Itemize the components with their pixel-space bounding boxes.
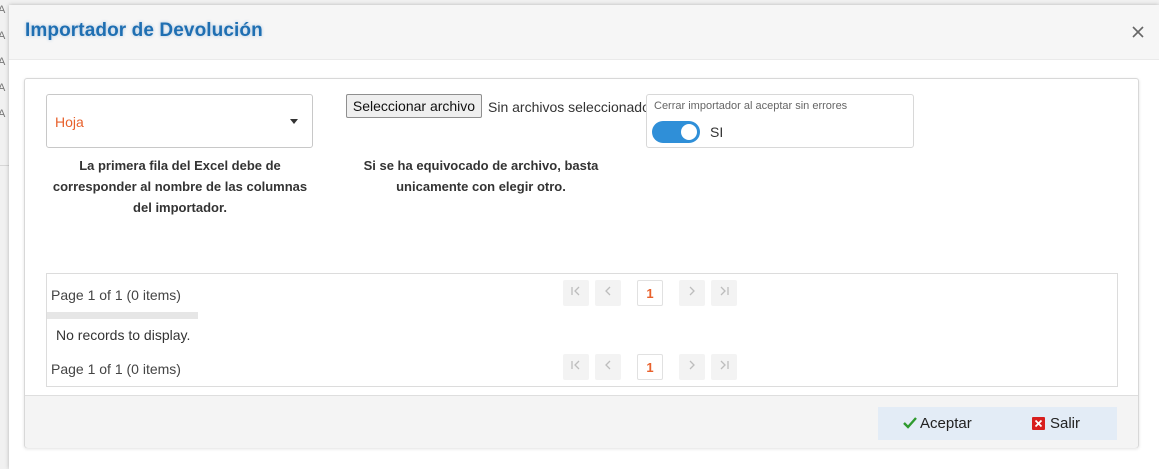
accept-label: Aceptar bbox=[920, 415, 972, 432]
pager-bottom: Page 1 of 1 (0 items) 1 bbox=[47, 354, 1117, 382]
dialog-title: Importador de Devolución bbox=[25, 20, 263, 41]
close-icon bbox=[1032, 416, 1045, 430]
footer-button-group: Aceptar Salir bbox=[878, 407, 1117, 440]
pager-info: Page 1 of 1 (0 items) bbox=[51, 287, 181, 303]
accept-button[interactable]: Aceptar bbox=[903, 407, 972, 440]
import-dialog: Importador de Devolución Hoja La primera… bbox=[9, 5, 1159, 469]
sheet-dropdown-value: Hoja bbox=[55, 114, 84, 130]
file-status: Sin archivos seleccionados bbox=[488, 99, 657, 115]
dialog-footer: Aceptar Salir bbox=[25, 395, 1138, 448]
prev-page-icon[interactable] bbox=[595, 280, 621, 306]
pager-top: Page 1 of 1 (0 items) 1 bbox=[47, 280, 1117, 308]
toggle-label: SI bbox=[710, 124, 724, 140]
import-grid: Page 1 of 1 (0 items) 1 No records to di… bbox=[46, 273, 1118, 387]
sheet-dropdown[interactable]: Hoja bbox=[46, 94, 313, 148]
dialog-header: Importador de Devolución bbox=[9, 5, 1159, 60]
last-page-icon[interactable] bbox=[711, 354, 737, 380]
select-file-button[interactable]: Seleccionar archivo bbox=[346, 94, 482, 118]
toggle-caption: Cerrar importador al aceptar sin errores bbox=[654, 100, 848, 112]
grid-header-bar bbox=[47, 312, 198, 319]
next-page-icon[interactable] bbox=[679, 354, 705, 380]
sheet-note: La primera fila del Excel debe de corres… bbox=[52, 158, 308, 215]
next-page-icon[interactable] bbox=[679, 280, 705, 306]
close-icon[interactable] bbox=[1131, 25, 1145, 39]
current-page-button[interactable]: 1 bbox=[637, 354, 663, 380]
current-page-button[interactable]: 1 bbox=[637, 280, 663, 306]
exit-button[interactable]: Salir bbox=[1032, 407, 1080, 440]
file-note: Si se ha equivocado de archivo, basta un… bbox=[363, 158, 599, 194]
close-on-accept-toggle[interactable] bbox=[652, 121, 700, 143]
first-page-icon[interactable] bbox=[563, 280, 589, 306]
no-records-message: No records to display. bbox=[56, 327, 191, 343]
toggle-knob bbox=[681, 124, 697, 140]
exit-label: Salir bbox=[1050, 415, 1081, 432]
background-divider bbox=[0, 165, 9, 166]
chevron-down-icon bbox=[290, 119, 298, 124]
first-page-icon[interactable] bbox=[563, 354, 589, 380]
import-panel: Hoja La primera fila del Excel debe de c… bbox=[24, 78, 1139, 448]
prev-page-icon[interactable] bbox=[595, 354, 621, 380]
last-page-icon[interactable] bbox=[711, 280, 737, 306]
check-icon bbox=[903, 408, 917, 441]
close-on-accept-option: Cerrar importador al aceptar sin errores… bbox=[646, 94, 914, 148]
pager-info: Page 1 of 1 (0 items) bbox=[51, 361, 181, 377]
